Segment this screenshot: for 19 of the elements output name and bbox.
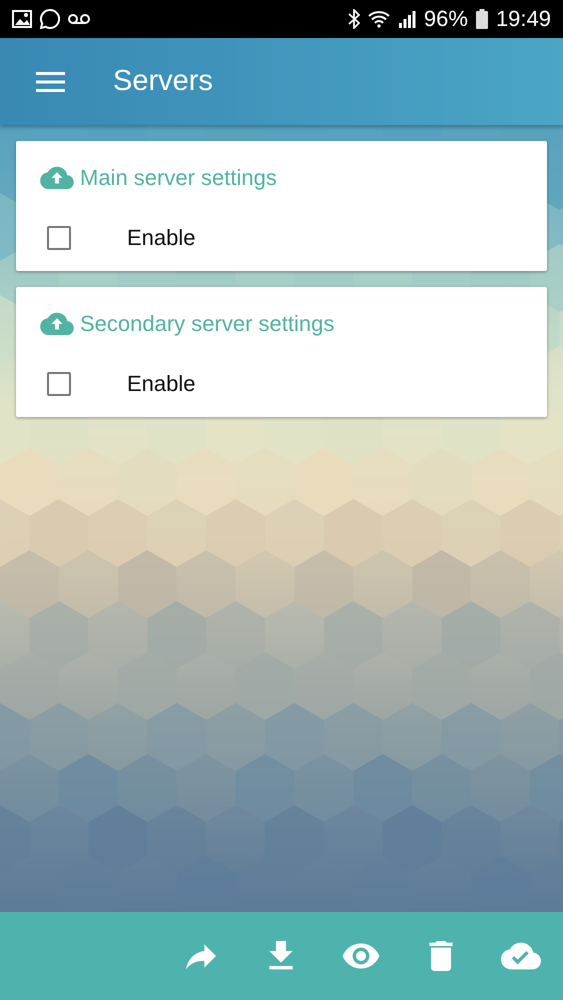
battery-icon: [476, 9, 488, 29]
screen-title: Servers: [113, 65, 213, 98]
checkbox[interactable]: [47, 226, 71, 250]
card-title: Main server settings: [80, 165, 277, 191]
menu-icon[interactable]: [36, 72, 65, 92]
voicemail-icon: [68, 13, 90, 25]
checkbox[interactable]: [47, 372, 71, 396]
signal-icon: [398, 10, 416, 28]
clock: 19:49: [496, 6, 551, 32]
card-title: Secondary server settings: [80, 311, 334, 337]
battery-percent: 96%: [424, 6, 468, 32]
cloud-upload-icon: [40, 312, 74, 336]
picture-icon: [12, 10, 32, 28]
bluetooth-icon: [348, 9, 360, 29]
chat-icon: [40, 9, 60, 29]
wifi-icon: [368, 10, 390, 28]
checkbox-label: Enable: [127, 225, 196, 251]
checkbox-label: Enable: [127, 371, 196, 397]
cloud-upload-icon: [40, 166, 74, 190]
